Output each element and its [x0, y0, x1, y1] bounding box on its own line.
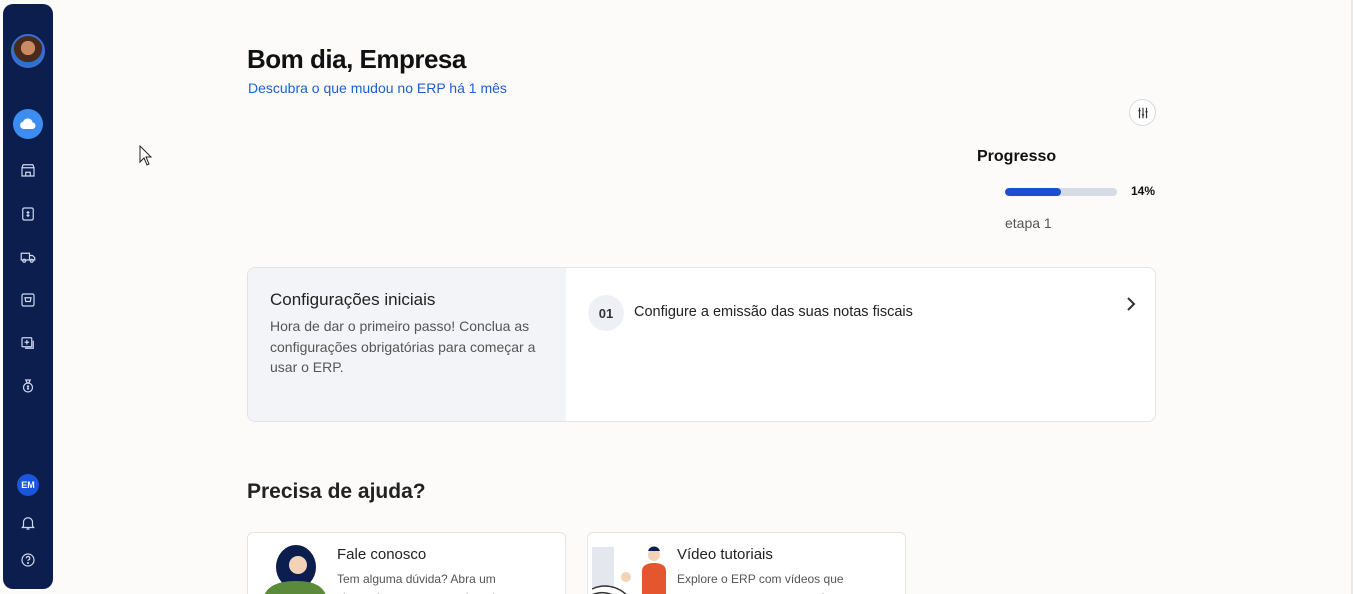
help-card-description: Tem alguma dúvida? Abra um chamado para … — [337, 572, 502, 594]
step-number: 01 — [588, 295, 624, 331]
help-card-title: Vídeo tutoriais — [677, 546, 773, 563]
progress-bar — [1005, 188, 1117, 196]
setup-description: Hora de dar o primeiro passo! Conclua as… — [270, 318, 536, 375]
page-title: Bom dia, Empresa — [247, 44, 466, 74]
progress-percent: 14% — [1131, 184, 1156, 198]
help-section-title: Precisa de ajuda? — [247, 480, 426, 503]
nav-money-bag-icon[interactable] — [15, 373, 41, 399]
initial-setup-card: Configurações iniciais Hora de dar o pri… — [247, 267, 1156, 422]
progress-bar-fill — [1005, 188, 1062, 196]
video-tutorials-card[interactable]: Vídeo tutoriais Explore o ERP com vídeos… — [587, 532, 906, 594]
support-agent-illustration — [264, 545, 326, 594]
bell-icon[interactable] — [15, 510, 41, 536]
progress-step-label: etapa 1 — [1005, 215, 1052, 231]
setup-title: Configurações iniciais — [270, 290, 436, 309]
chevron-right-icon — [1127, 297, 1136, 311]
help-card-description: Explore o ERP com vídeos que mostram o p… — [677, 572, 844, 594]
user-avatar[interactable] — [11, 34, 45, 68]
nav-home-cloud-icon[interactable] — [13, 109, 43, 139]
nav-add-document-icon[interactable] — [15, 330, 41, 356]
setup-intro-panel: Configurações iniciais Hora de dar o pri… — [248, 268, 566, 421]
progress-title: Progresso — [977, 148, 1057, 165]
sidebar: EM — [3, 4, 53, 589]
setup-step-item[interactable]: 01 Configure a emissão das suas notas fi… — [566, 268, 1155, 358]
nav-delivery-truck-icon[interactable] — [15, 244, 41, 270]
nav-store-icon[interactable] — [15, 157, 41, 183]
settings-sliders-button[interactable] — [1129, 99, 1156, 126]
nav-finance-icon[interactable] — [15, 201, 41, 227]
sliders-icon — [1137, 107, 1148, 118]
video-tutorial-illustration — [592, 546, 666, 594]
whats-new-link[interactable]: Descubra o que mudou no ERP há 1 mês — [248, 80, 507, 96]
contact-us-card[interactable]: Fale conosco Tem alguma dúvida? Abra um … — [247, 532, 566, 594]
step-label: Configure a emissão das suas notas fisca… — [634, 304, 913, 320]
user-initials-badge[interactable]: EM — [17, 474, 39, 496]
nav-cart-icon[interactable] — [15, 287, 41, 313]
help-card-title: Fale conosco — [337, 546, 427, 563]
mouse-cursor-icon — [139, 145, 153, 166]
help-circle-icon[interactable] — [15, 547, 41, 573]
